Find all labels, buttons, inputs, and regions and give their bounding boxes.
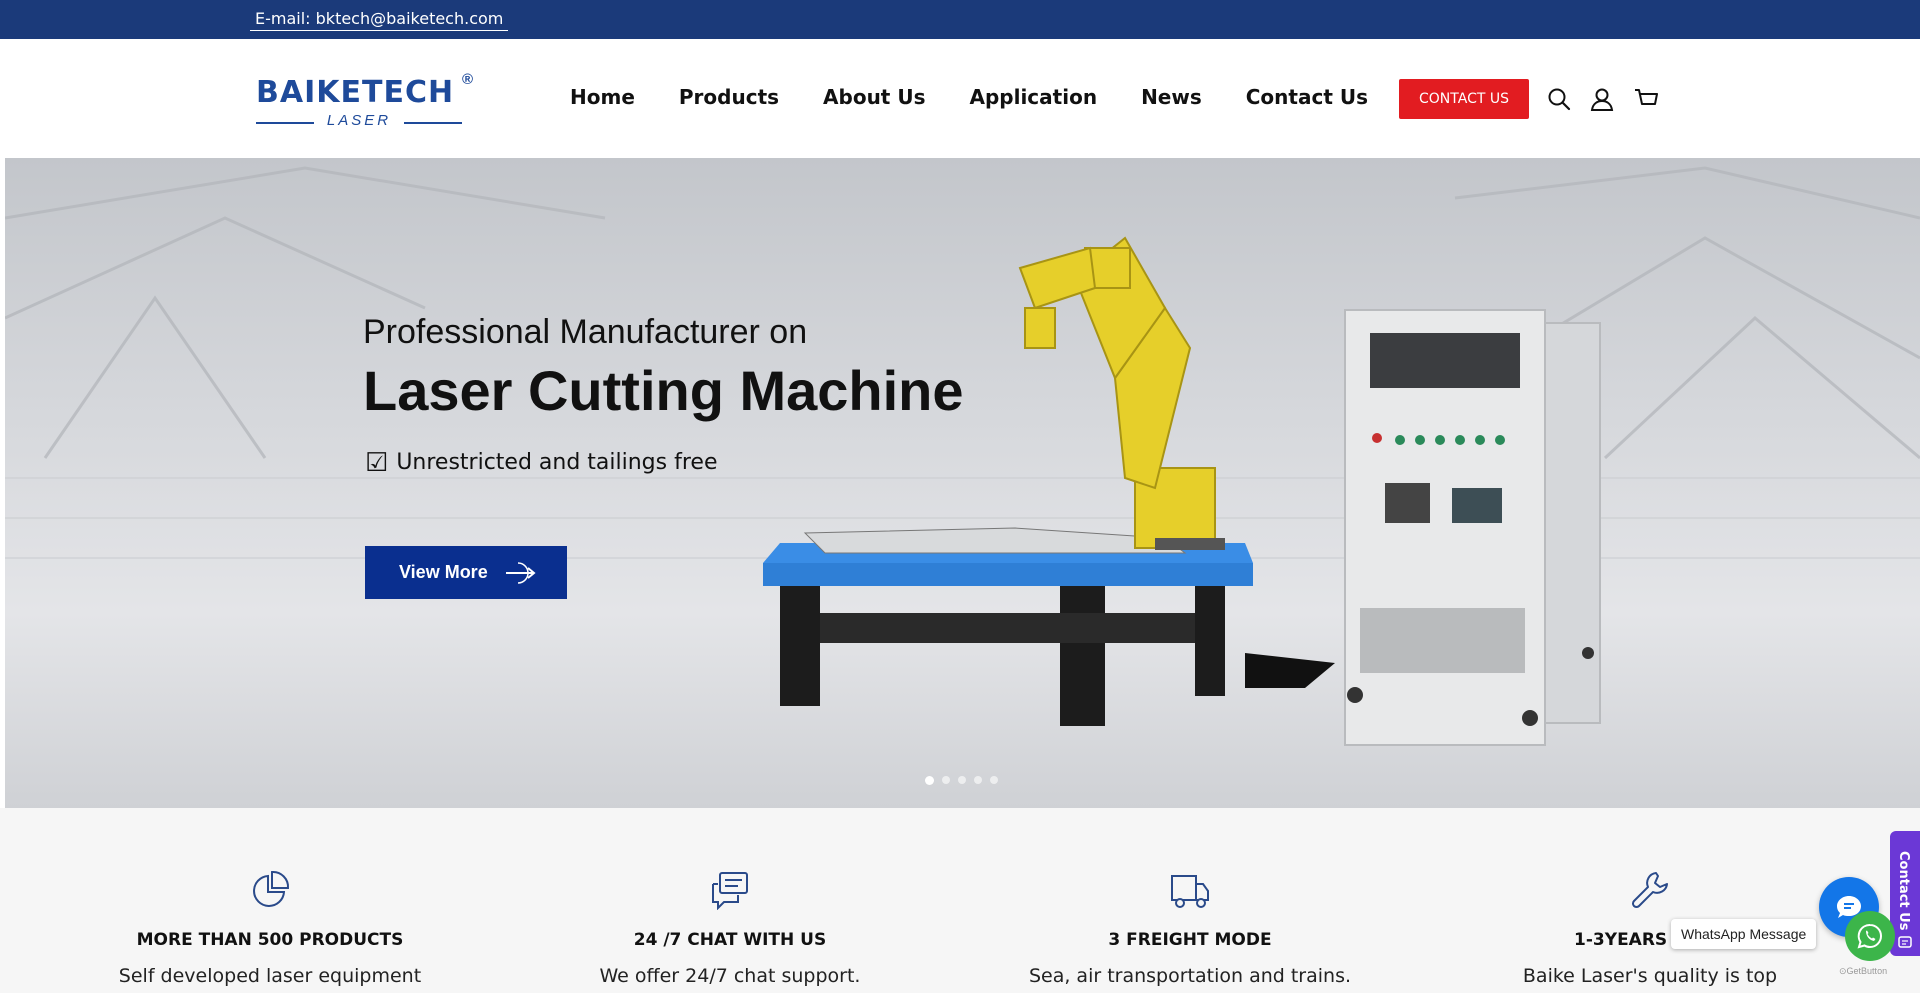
hero-subtitle: Professional Manufacturer on [363,313,808,351]
contact-us-button[interactable]: CONTACT US [1399,79,1529,119]
chat-icon [712,872,748,910]
whatsapp-button[interactable] [1845,911,1895,961]
feature-title: MORE THAN 500 PRODUCTS [136,930,404,950]
email-link[interactable]: E-mail: bktech@baiketech.com [250,9,509,31]
feature-title: 24 /7 CHAT WITH US [633,930,827,950]
feature-desc: Baike Laser's quality is top [1522,965,1778,987]
side-tab-label: Contact Us [1896,851,1911,931]
slider-dot-2[interactable] [942,776,950,784]
features-section: MORE THAN 500 PRODUCTS Self developed la… [0,808,1920,993]
slider-dot-4[interactable] [974,776,982,784]
hero-illustration [5,166,1920,746]
hero-feature: ☑ Unrestricted and tailings free [365,447,718,478]
message-icon [1898,936,1912,948]
site-header: BAIKETECH ® LASER Home Products About Us… [0,39,1920,158]
logo-registered: ® [462,71,474,88]
pie-chart-icon [253,870,290,907]
cart-icon[interactable] [1633,86,1659,112]
nav-application[interactable]: Application [969,85,1097,109]
slider-dot-1[interactable] [925,776,934,785]
logo-brand: BAIKETECH [256,75,455,110]
user-icon[interactable] [1589,86,1615,112]
nav-products[interactable]: Products [679,85,779,109]
checkbox-icon: ☑ [365,447,389,478]
arrow-right-icon [505,561,536,584]
feature-title: 3 FREIGHT MODE [1108,930,1272,950]
feature-desc: We offer 24/7 chat support. [599,965,861,987]
getbutton-credit[interactable]: ⊙GetButton [1839,966,1887,977]
main-nav: Home Products About Us Application News … [570,85,1412,109]
search-icon[interactable] [1546,86,1572,112]
hero-banner: Professional Manufacturer on Laser Cutti… [5,158,1920,808]
wrench-icon [1631,872,1668,909]
slider-dot-5[interactable] [990,776,998,784]
slider-dots [925,776,998,785]
slider-dot-3[interactable] [958,776,966,784]
view-more-label: View More [399,562,488,582]
logo-line-right [404,122,462,124]
top-bar: E-mail: bktech@baiketech.com [0,0,1920,39]
logo-sub: LASER [326,112,392,129]
nav-news[interactable]: News [1141,85,1202,109]
logo[interactable]: BAIKETECH ® LASER [256,71,481,131]
nav-home[interactable]: Home [570,85,635,109]
feature-desc: Sea, air transportation and trains. [1028,965,1352,987]
nav-about-us[interactable]: About Us [823,85,925,109]
view-more-button[interactable]: View More [365,546,567,599]
hero-title: Laser Cutting Machine [363,359,964,422]
feature-desc: Self developed laser equipment [118,965,422,987]
hero-feature-text: Unrestricted and tailings free [396,450,718,475]
whatsapp-icon [1857,923,1882,949]
getbutton-text: GetButton [1846,966,1888,976]
whatsapp-message-label[interactable]: WhatsApp Message [1671,919,1817,949]
truck-icon [1171,875,1209,908]
nav-contact-us[interactable]: Contact Us [1246,85,1368,109]
